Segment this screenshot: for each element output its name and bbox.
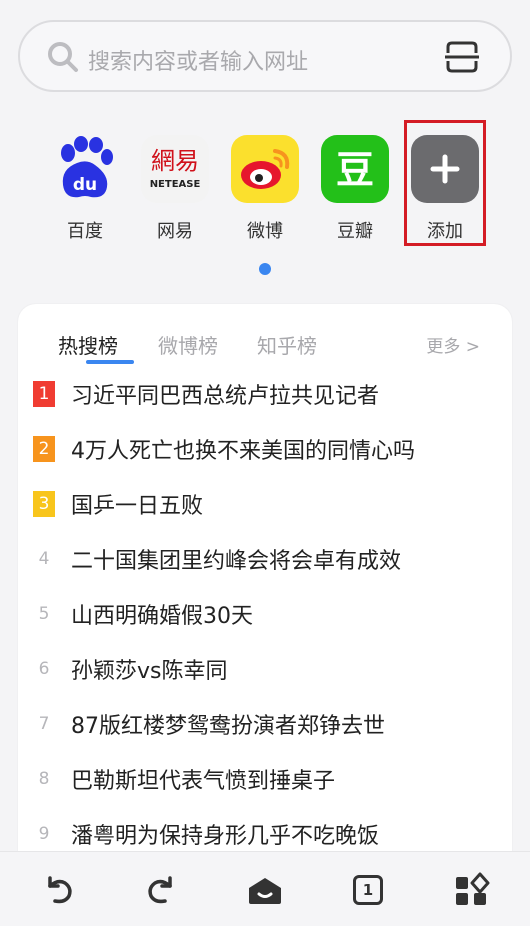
list-item[interactable]: 5 山西明确婚假30天 xyxy=(18,594,512,634)
forward-button[interactable] xyxy=(142,870,182,910)
shortcut-weibo[interactable]: 微博 xyxy=(220,135,310,243)
back-button[interactable] xyxy=(38,870,78,910)
tab-weibo[interactable]: 微博榜 xyxy=(158,330,218,359)
back-icon xyxy=(48,876,72,904)
apps-button[interactable] xyxy=(452,870,492,910)
tab-zhihu[interactable]: 知乎榜 xyxy=(257,330,317,359)
rank-badge: 2 xyxy=(33,436,55,462)
page-indicator-dot xyxy=(259,263,271,275)
list-item[interactable]: 4 二十国集团里约峰会将会卓有成效 xyxy=(18,539,512,579)
add-shortcut-highlight xyxy=(404,120,486,246)
list-item-title: 巴勒斯坦代表气愤到捶桌子 xyxy=(71,769,336,794)
svg-text:豆: 豆 xyxy=(336,148,374,192)
tab-hot-search[interactable]: 热搜榜 xyxy=(58,330,118,359)
shortcut-label: 网易 xyxy=(157,221,193,242)
apps-icon xyxy=(456,872,490,905)
shortcut-netease[interactable]: 網易 NETEASE 网易 xyxy=(130,135,220,243)
search-bar[interactable]: 搜索内容或者输入网址 xyxy=(18,20,512,92)
rank-number: 4 xyxy=(38,549,50,569)
rank-number: 9 xyxy=(38,824,50,844)
rank-badge: 1 xyxy=(33,381,55,407)
home-button[interactable] xyxy=(245,870,285,910)
list-item-title: 二十国集团里约峰会将会卓有成效 xyxy=(71,549,402,574)
search-icon xyxy=(48,42,78,72)
rank-number: 5 xyxy=(38,604,50,624)
list-item[interactable]: 8 巴勒斯坦代表气愤到捶桌子 xyxy=(18,759,512,799)
list-item-title: 孙颖莎vs陈幸同 xyxy=(71,659,228,684)
hot-list-card: 热搜榜 微博榜 知乎榜 更多 > 1 习近平同巴西总统卢拉共见记者 2 4万人死… xyxy=(18,304,512,904)
weibo-logo xyxy=(231,135,299,203)
list-item-title: 山西明确婚假30天 xyxy=(71,604,253,629)
forward-icon xyxy=(148,876,172,904)
active-tab-underline xyxy=(86,360,134,364)
netease-logo: 網易 NETEASE xyxy=(141,135,209,203)
shortcut-baidu[interactable]: du 百度 xyxy=(40,135,130,243)
rank-badge: 3 xyxy=(33,491,55,517)
shortcut-douban[interactable]: 豆 豆瓣 xyxy=(310,135,400,243)
list-item-title: 87版红楼梦鸳鸯扮演者郑铮去世 xyxy=(71,714,385,739)
tabs-button[interactable]: 1 xyxy=(348,870,388,910)
scan-icon[interactable] xyxy=(444,39,480,75)
rank-number: 6 xyxy=(38,659,50,679)
rank-number: 8 xyxy=(38,769,50,789)
baidu-logo: du xyxy=(51,135,119,203)
search-input[interactable]: 搜索内容或者输入网址 xyxy=(88,44,308,76)
shortcut-label: 豆瓣 xyxy=(337,221,373,242)
list-item[interactable]: 9 潘粤明为保持身形几乎不吃晚饭 xyxy=(18,814,512,854)
list-item[interactable]: 6 孙颖莎vs陈幸同 xyxy=(18,649,512,689)
list-item-title: 潘粤明为保持身形几乎不吃晚饭 xyxy=(71,824,380,849)
shortcut-label: 微博 xyxy=(247,221,283,242)
douban-logo: 豆 xyxy=(321,135,389,203)
home-icon xyxy=(249,878,281,904)
list-item-title: 国乒一日五败 xyxy=(71,494,204,519)
list-item-title: 4万人死亡也换不来美国的同情心吗 xyxy=(71,439,415,464)
list-item[interactable]: 2 4万人死亡也换不来美国的同情心吗 xyxy=(18,429,512,469)
svg-text:du: du xyxy=(73,175,97,195)
rank-number: 7 xyxy=(38,714,50,734)
list-item-title: 习近平同巴西总统卢拉共见记者 xyxy=(71,384,380,409)
list-item[interactable]: 7 87版红楼梦鸳鸯扮演者郑铮去世 xyxy=(18,704,512,744)
shortcut-label: 百度 xyxy=(67,221,103,242)
tab-count-badge: 1 xyxy=(353,875,383,905)
list-item[interactable]: 1 习近平同巴西总统卢拉共见记者 xyxy=(18,374,512,414)
more-link[interactable]: 更多 > xyxy=(426,332,480,357)
list-item[interactable]: 3 国乒一日五败 xyxy=(18,484,512,524)
svg-text:NETEASE: NETEASE xyxy=(150,179,201,190)
bottom-nav: 1 xyxy=(0,851,530,926)
svg-text:網易: 網易 xyxy=(151,147,199,175)
